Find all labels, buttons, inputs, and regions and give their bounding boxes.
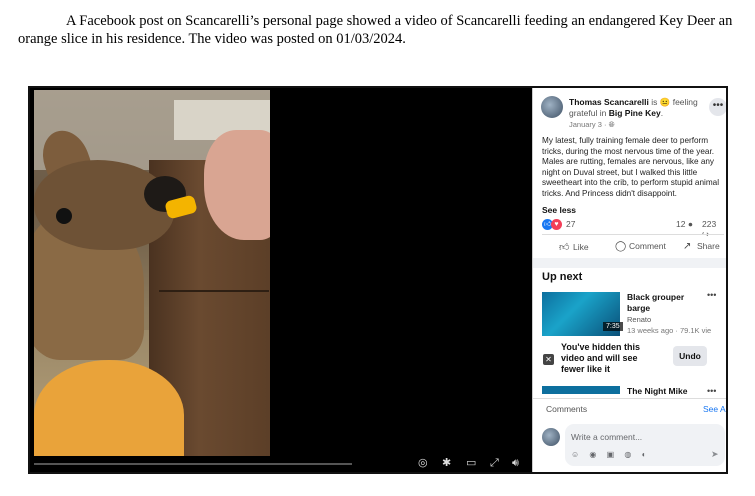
hidden-video-notice: You've hidden this video and will see fe…	[561, 342, 640, 374]
facebook-screenshot: ◎ ✱ ▭ ⤢ 🔊︎ Thomas Scancarelli is 😐 feeli…	[28, 86, 728, 474]
is-text: is	[651, 97, 658, 107]
post-header: Thomas Scancarelli is 😐 feeling grateful…	[569, 97, 698, 118]
post-body: My latest, fully training female deer to…	[542, 136, 720, 198]
video-cabinet-drawer-line	[159, 290, 269, 292]
feeling-emoji: 😐	[659, 97, 671, 107]
up-next-heading: Up next	[542, 271, 583, 283]
shares-count-value: 223	[702, 219, 717, 229]
video-thumbnail-2[interactable]	[542, 386, 620, 394]
up-next-video-2-title[interactable]: The Night Mike	[627, 386, 687, 396]
like-label: Like	[573, 242, 589, 252]
comments-label: Comments	[546, 404, 588, 414]
screenshot-icon[interactable]: ◎	[418, 456, 428, 470]
video-more-icon[interactable]: •••	[707, 290, 716, 300]
deer-eye	[56, 208, 72, 224]
comment-label: Comment	[629, 241, 666, 251]
miniplayer-icon[interactable]: ▭	[466, 456, 476, 470]
up-next-video-title[interactable]: Black grouper barge	[627, 292, 697, 313]
settings-icon[interactable]: ✱	[442, 456, 451, 470]
post-date[interactable]: January 3 · 🌐︎	[569, 120, 615, 130]
like-button[interactable]: 👍︎ Like	[559, 241, 589, 253]
send-icon[interactable]: ➤	[711, 449, 719, 460]
post-date-text: January 3 ·	[569, 120, 607, 129]
more-options-button[interactable]: •••	[709, 98, 726, 116]
document-paragraph: A Facebook post on Scancarelli’s persona…	[18, 12, 738, 48]
comment-icon: ◯	[615, 241, 627, 252]
share-button[interactable]: ↗ Share	[683, 241, 720, 252]
video-controls: ◎ ✱ ▭ ⤢ 🔊︎	[30, 454, 532, 472]
undo-button[interactable]: Undo	[673, 346, 707, 366]
love-reaction-icon: ♥	[551, 219, 562, 230]
author-avatar[interactable]	[541, 96, 563, 118]
comments-count-value: 12	[676, 219, 686, 229]
comment-button[interactable]: ◯ Comment	[615, 241, 666, 252]
up-next-video-author[interactable]: Renato	[627, 315, 651, 324]
share-label: Share	[697, 241, 720, 251]
video-progress-bar[interactable]	[34, 463, 352, 465]
up-next-video-meta: 13 weeks ago · 79.1K vie	[627, 326, 712, 335]
author-name[interactable]: Thomas Scancarelli	[569, 97, 649, 107]
share-icon: ↗	[683, 241, 692, 252]
volume-icon[interactable]: 🔊︎	[512, 456, 519, 470]
comment-bubble-icon: ●	[687, 219, 693, 229]
globe-icon: 🌐︎	[608, 120, 615, 129]
section-separator	[533, 258, 726, 268]
comment-input[interactable]: Write a comment... ☺ ◉ ▣ ◍ ◐ ➤	[565, 424, 725, 466]
comments-count[interactable]: 12 ●	[676, 219, 693, 229]
video-duration: 7:35	[603, 322, 623, 331]
location-link[interactable]: Big Pine Key	[609, 108, 661, 118]
reactions-count[interactable]: 27	[566, 219, 575, 229]
thumbs-up-icon: 👍︎	[559, 242, 570, 253]
post-panel: Thomas Scancarelli is 😐 feeling grateful…	[532, 88, 726, 472]
shares-count[interactable]: 223 ↪	[702, 219, 724, 240]
comment-tool-icons[interactable]: ☺ ◉ ▣ ◍ ◐	[571, 450, 650, 459]
divider	[542, 234, 724, 235]
comments-bar: Comments See Al	[533, 398, 726, 421]
commenter-avatar[interactable]	[542, 428, 560, 446]
video-player[interactable]: ◎ ✱ ▭ ⤢ 🔊︎	[30, 88, 532, 472]
video-frame	[34, 90, 270, 456]
video-2-more-icon[interactable]: •••	[707, 386, 716, 396]
comment-placeholder: Write a comment...	[571, 432, 643, 442]
see-less-link[interactable]: See less	[542, 205, 576, 215]
video-thumbnail[interactable]: 7:35	[542, 292, 623, 336]
hidden-video-x-icon: ✕	[543, 354, 554, 365]
document-paragraph-text: A Facebook post on Scancarelli’s persona…	[18, 13, 733, 47]
fullscreen-icon[interactable]: ⤢	[490, 456, 499, 470]
see-all-link[interactable]: See Al	[703, 404, 726, 414]
reactions-row: 👍︎ ♥ 27 12 ● 223 ↪	[542, 218, 724, 239]
